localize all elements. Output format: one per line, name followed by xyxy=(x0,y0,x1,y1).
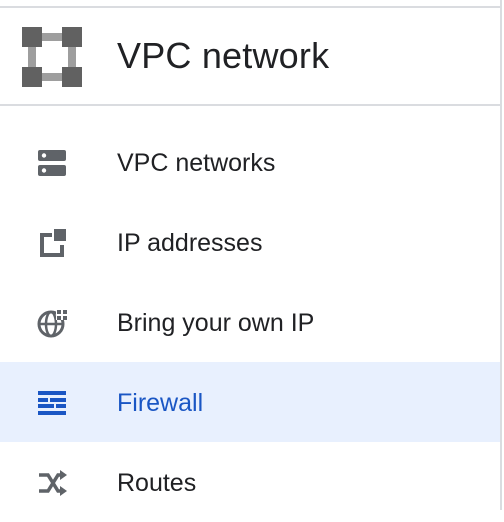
vpc-nav-panel: VPC network VPC networks IP addresses Br… xyxy=(0,0,502,510)
firewall-icon xyxy=(36,387,68,419)
page-title: VPC network xyxy=(117,35,330,76)
ip-addresses-icon xyxy=(36,227,68,259)
vpc-networks-icon xyxy=(36,147,68,179)
sidebar-item-vpc-networks[interactable]: VPC networks xyxy=(0,122,500,202)
sidebar-item-label: Bring your own IP xyxy=(117,309,315,337)
routes-icon xyxy=(36,467,68,499)
panel-header: VPC network xyxy=(0,8,500,106)
sidebar-item-ip-addresses[interactable]: IP addresses xyxy=(0,202,500,282)
sidebar-item-label: VPC networks xyxy=(117,149,276,177)
sidebar-item-label: Firewall xyxy=(117,389,204,417)
vpc-network-icon xyxy=(22,27,82,87)
sidebar-item-label: IP addresses xyxy=(117,229,263,257)
sidebar-item-routes[interactable]: Routes xyxy=(0,442,500,522)
sidebar-item-bring-your-own-ip[interactable]: Bring your own IP xyxy=(0,282,500,362)
sidebar-item-firewall[interactable]: Firewall xyxy=(0,362,500,442)
sidebar-item-label: Routes xyxy=(117,469,197,497)
globe-icon xyxy=(36,307,68,339)
sidebar-nav: VPC networks IP addresses Bring your own… xyxy=(0,122,500,522)
